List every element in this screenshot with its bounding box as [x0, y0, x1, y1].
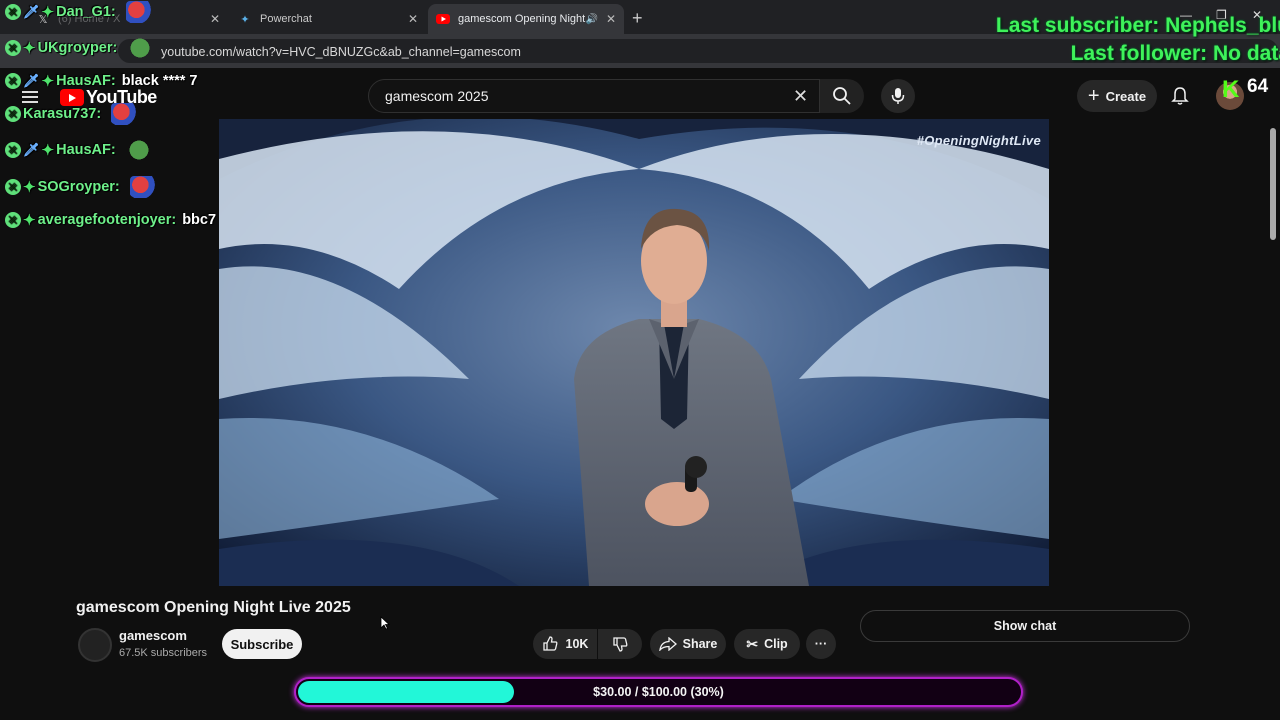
moderator-badge-icon: ✕ [5, 212, 21, 228]
thumbs-down-icon [613, 637, 628, 652]
tab-title: gamescom Opening Night [458, 13, 586, 25]
video-player[interactable]: #OpeningNightLive [219, 119, 1049, 586]
chat-message: ✕ ✦ averagefootenjoyer: bbc7 [5, 209, 216, 231]
diamond-badge-icon: ✦ [41, 73, 55, 90]
scrollbar-thumb[interactable] [1270, 128, 1276, 240]
close-tab-icon[interactable]: ✕ [606, 12, 616, 26]
chat-message: ✕ Karasu737: [5, 103, 138, 125]
notifications-bell-icon[interactable] [1170, 86, 1190, 106]
last-subscriber-text: Last subscriber: Nephels_blu [995, 14, 1280, 37]
page-scrollbar[interactable] [1268, 118, 1278, 678]
mario-emote-icon [129, 176, 156, 198]
new-tab-button[interactable]: + [632, 8, 643, 29]
mario-emote-icon [111, 103, 138, 125]
share-icon [658, 637, 677, 651]
sword-badge-icon: 🗡 [23, 73, 40, 88]
goal-progress-text: $30.00 / $100.00 (30%) [593, 685, 724, 699]
search-icon [833, 87, 851, 105]
viewer-count: 64 [1247, 76, 1269, 97]
moderator-badge-icon: ✕ [5, 142, 21, 158]
chat-message: ✕ 🗡 ✦ HausAF: black **** 7 [5, 70, 198, 92]
microphone-icon [891, 88, 905, 104]
search-button[interactable] [820, 79, 864, 113]
url-text[interactable]: youtube.com/watch?v=HVC_dBNUZGc&ab_chann… [161, 45, 521, 59]
video-hashtag: #OpeningNightLive [916, 133, 1041, 148]
tab-powerchat[interactable]: ✦ Powerchat ✕ [230, 4, 426, 34]
plus-icon: + [1087, 84, 1100, 107]
pepe-emote-icon [125, 139, 152, 161]
moderator-badge-icon: ✕ [5, 179, 21, 195]
show-chat-button[interactable]: Show chat [860, 610, 1190, 642]
last-follower-text: Last follower: No data [1070, 42, 1280, 65]
moderator-badge-icon: ✕ [5, 4, 21, 20]
chat-message: ✕ ✦ UKgroyper: [5, 37, 154, 59]
tab-youtube[interactable]: gamescom Opening Night 🔊 ✕ [428, 4, 624, 34]
dislike-button[interactable] [598, 629, 642, 659]
tab-title: Powerchat [260, 13, 312, 25]
subscribe-button[interactable]: Subscribe [222, 629, 302, 659]
close-tab-icon[interactable]: ✕ [408, 12, 418, 26]
voice-search-button[interactable] [881, 79, 915, 113]
search-input[interactable] [383, 87, 767, 105]
more-icon: ··· [814, 637, 828, 651]
pepe-emote-icon [127, 37, 154, 59]
moderator-badge-icon: ✕ [5, 40, 21, 56]
video-title: gamescom Opening Night Live 2025 [76, 599, 351, 616]
youtube-icon [436, 12, 450, 26]
sword-badge-icon: 🗡 [23, 4, 40, 19]
mario-emote-icon [125, 1, 152, 23]
donation-goal-bar: $30.00 / $100.00 (30%) [294, 677, 1023, 707]
chat-message: ✕ 🗡 ✦ Dan_G1: [5, 1, 152, 23]
close-tab-icon[interactable]: ✕ [210, 12, 220, 26]
chat-message: ✕ 🗡 ✦ HausAF: [5, 139, 152, 161]
channel-name[interactable]: gamescom [119, 628, 187, 643]
more-actions-button[interactable]: ··· [806, 629, 836, 659]
sword-badge-icon: 🗡 [23, 142, 40, 157]
kick-logo-icon: K [1222, 76, 1240, 103]
video-frame [219, 119, 1049, 586]
scissors-icon: ✂ [746, 635, 759, 652]
chat-message: ✕ ✦ SOGroyper: [5, 176, 156, 198]
like-button[interactable]: 10K [533, 629, 597, 659]
channel-avatar[interactable] [78, 628, 112, 662]
diamond-badge-icon: ✦ [23, 40, 36, 57]
moderator-badge-icon: ✕ [5, 73, 21, 89]
subscriber-count: 67.5K subscribers [119, 647, 208, 659]
share-button[interactable]: Share [650, 629, 726, 659]
search-box[interactable]: ✕ [368, 79, 820, 113]
moderator-badge-icon: ✕ [5, 106, 21, 122]
diamond-badge-icon: ✦ [23, 179, 36, 196]
clip-button[interactable]: ✂ Clip [734, 629, 800, 659]
mouse-cursor-icon [380, 616, 390, 630]
create-button[interactable]: + Create [1077, 80, 1157, 112]
diamond-badge-icon: ✦ [23, 212, 36, 229]
speaker-icon[interactable]: 🔊 [586, 14, 598, 25]
powerchat-icon: ✦ [240, 13, 250, 26]
thumbs-up-icon [542, 636, 557, 651]
diamond-badge-icon: ✦ [41, 4, 55, 21]
diamond-badge-icon: ✦ [41, 142, 55, 159]
clear-search-icon[interactable]: ✕ [793, 86, 808, 107]
